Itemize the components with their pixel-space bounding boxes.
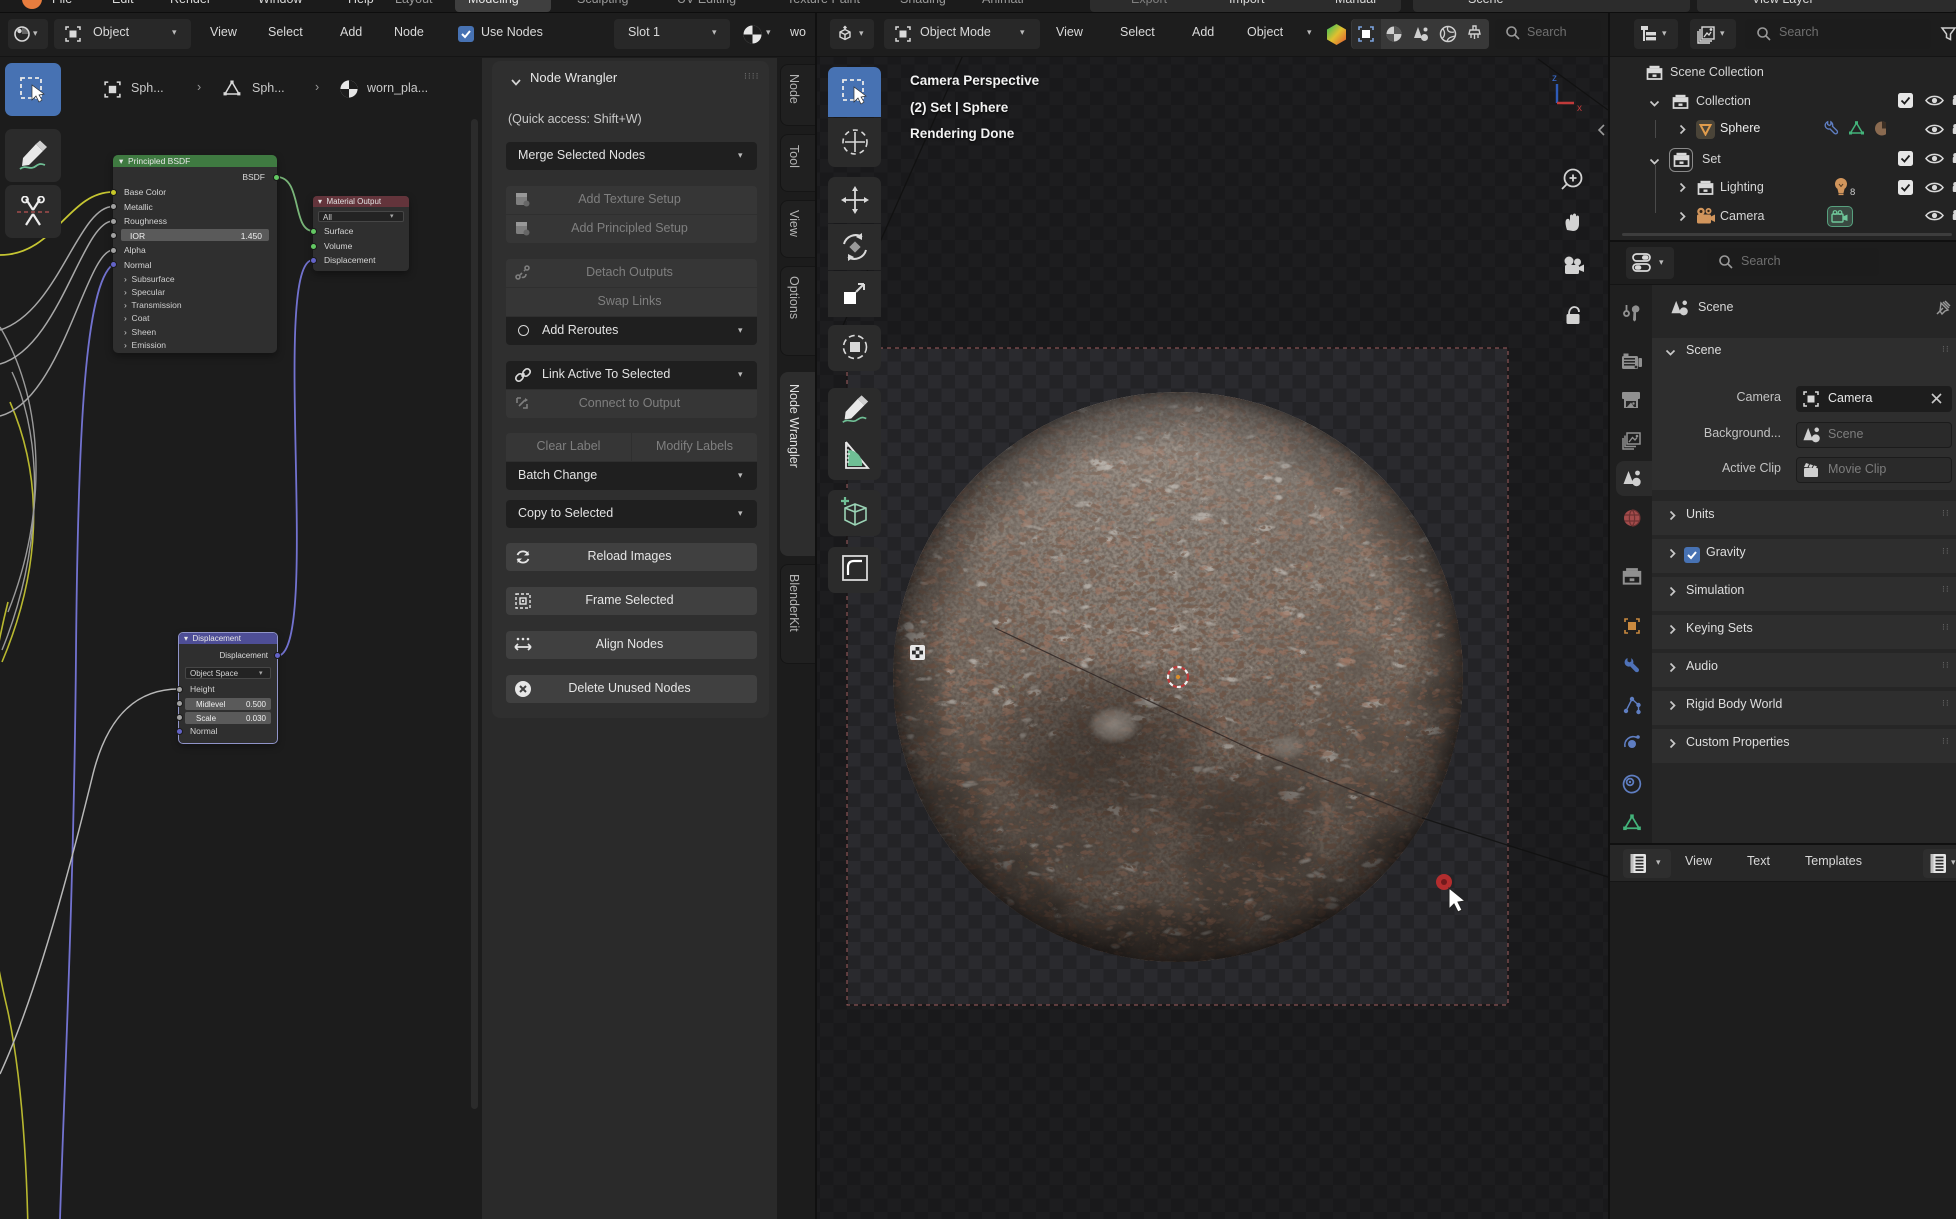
svg-text:z: z bbox=[1552, 73, 1557, 84]
svg-text:x: x bbox=[1577, 103, 1582, 114]
